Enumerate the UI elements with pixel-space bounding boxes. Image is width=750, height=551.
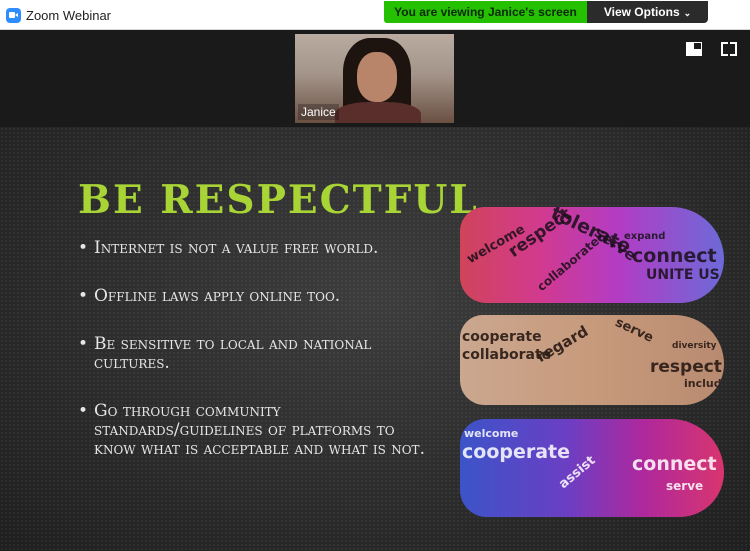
bullet-icon: •	[78, 238, 89, 258]
banner-text: You are viewing Janice's screen	[394, 5, 577, 19]
bullet-text: Offline laws apply online too.	[94, 286, 341, 306]
bullet-item: • Offline laws apply online too.	[78, 287, 438, 306]
title-bar: Zoom Webinar You are viewing Janice's sc…	[0, 0, 750, 30]
bullet-text: Internet is not a value free world.	[94, 238, 379, 258]
zoom-logo-icon	[6, 8, 21, 23]
bullet-item: • Be sensitive to local and national cult…	[78, 335, 438, 373]
chevron-down-icon: ⌄	[683, 8, 692, 18]
slide-title: BE RESPECTFUL	[78, 177, 479, 223]
bullet-item: • Internet is not a value free world.	[78, 239, 438, 258]
bullet-item: • Go through community standards/guidelin…	[78, 402, 438, 459]
view-options-button[interactable]: View Options ⌄	[587, 1, 708, 23]
participant-name: Janice	[298, 104, 339, 120]
bullet-icon: •	[78, 334, 89, 354]
handshake-bottom: cooperate welcome assist connect serve	[460, 419, 724, 517]
shared-screen-slide: BE RESPECTFUL • Internet is not a value f…	[0, 127, 750, 551]
bullet-text: Go through community standards/guideline…	[94, 401, 425, 459]
video-strip: Janice	[0, 30, 750, 127]
handshake-middle: cooperate collaborate regard serve respe…	[460, 315, 724, 405]
fullscreen-icon[interactable]	[721, 42, 737, 56]
handshake-top: welcome respect tolerate serve collabora…	[460, 207, 724, 303]
bullet-text: Be sensitive to local and national cultu…	[94, 334, 372, 373]
window-title: Zoom Webinar	[26, 8, 112, 23]
participant-video-tile[interactable]: Janice	[295, 34, 454, 123]
bullet-icon: •	[78, 401, 89, 421]
handshake-word-cloud-image: welcome respect tolerate serve collabora…	[460, 207, 724, 517]
bullet-icon: •	[78, 286, 89, 306]
slide-bullet-list: • Internet is not a value free world. • Of…	[78, 239, 438, 488]
view-options-label: View Options	[603, 5, 680, 19]
split-view-icon[interactable]	[686, 42, 702, 56]
viewing-screen-banner: You are viewing Janice's screen	[384, 1, 587, 23]
